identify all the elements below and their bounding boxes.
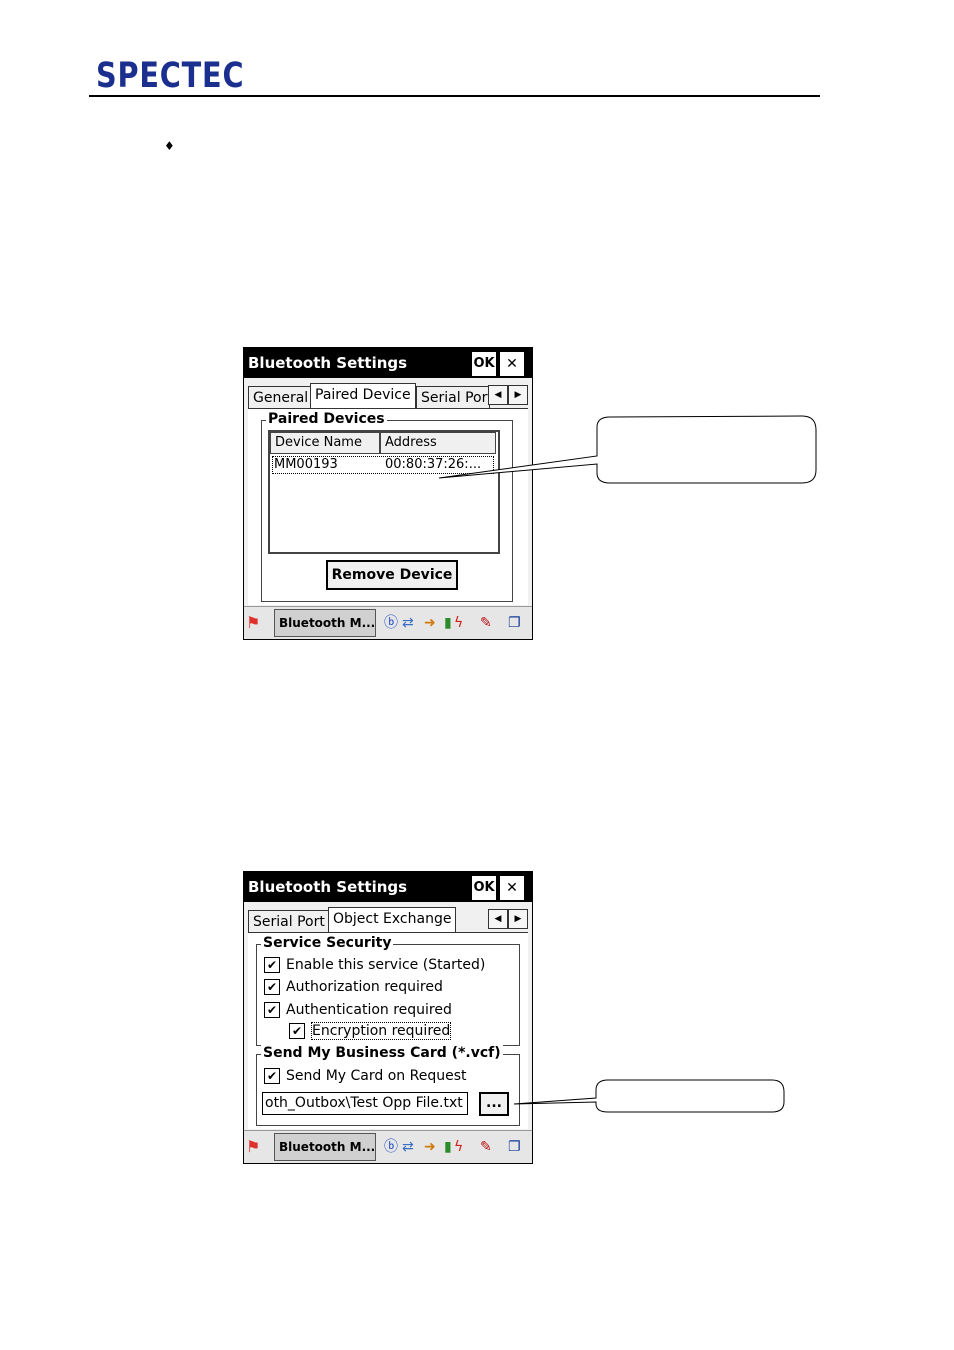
tab-serial-port[interactable]: Serial Port bbox=[248, 910, 330, 933]
taskbar: ⚑ Bluetooth M... ⓑ ⇄ ➜ ▮ ϟ ✎ ❐ bbox=[244, 1130, 532, 1163]
checkbox-checked-icon: ✔ bbox=[264, 1002, 280, 1018]
bluetooth-settings-obex-screen: Bluetooth Settings OK ✕ Serial Port Obje… bbox=[243, 871, 533, 1164]
ok-button[interactable]: OK bbox=[472, 352, 496, 376]
bluetooth-settings-paired-screen: Bluetooth Settings OK ✕ General Paired D… bbox=[243, 347, 533, 640]
group-label: Send My Business Card (*.vcf) bbox=[261, 1045, 503, 1061]
callout-bubble bbox=[513, 1079, 785, 1113]
taskbar-app-button[interactable]: Bluetooth M... bbox=[274, 609, 376, 637]
checkbox-label: Enable this service (Started) bbox=[286, 957, 486, 973]
taskbar: ⚑ Bluetooth M... ⓑ ⇄ ➜ ▮ ϟ ✎ ❐ bbox=[244, 606, 532, 639]
title-bar: Bluetooth Settings OK ✕ bbox=[244, 348, 532, 378]
tab-scroll-right-icon[interactable]: ▶ bbox=[508, 909, 528, 929]
window-title: Bluetooth Settings bbox=[248, 354, 408, 372]
tab-scroll-right-icon[interactable]: ▶ bbox=[508, 385, 528, 405]
bullet-icon: ♦ bbox=[164, 139, 175, 153]
checkbox-checked-icon: ✔ bbox=[264, 957, 280, 973]
service-security-group: Service Security ✔ Enable this service (S… bbox=[256, 935, 520, 1046]
network-icon[interactable]: ⇄ bbox=[402, 614, 414, 632]
desktop-windows-icon[interactable]: ❐ bbox=[508, 1138, 521, 1156]
battery-icon[interactable]: ▮ bbox=[444, 614, 452, 632]
close-button[interactable]: ✕ bbox=[500, 352, 524, 376]
authorization-checkbox[interactable]: ✔ Authorization required bbox=[264, 977, 443, 997]
ok-button[interactable]: OK bbox=[472, 876, 496, 900]
tab-object-exchange[interactable]: Object Exchange bbox=[328, 907, 457, 932]
desktop-windows-icon[interactable]: ❐ bbox=[508, 614, 521, 632]
enable-service-checkbox[interactable]: ✔ Enable this service (Started) bbox=[264, 955, 485, 975]
browse-button[interactable]: ... bbox=[479, 1092, 509, 1116]
taskbar-app-button[interactable]: Bluetooth M... bbox=[274, 1133, 376, 1161]
header-rule bbox=[89, 95, 820, 97]
tab-panel: Service Security ✔ Enable this service (S… bbox=[248, 933, 528, 1129]
send-card-checkbox[interactable]: ✔ Send My Card on Request bbox=[264, 1066, 466, 1086]
bluetooth-icon[interactable]: ⓑ bbox=[384, 1138, 398, 1156]
column-device-name[interactable]: Device Name bbox=[270, 432, 380, 454]
business-card-group: Send My Business Card (*.vcf) ✔ Send My C… bbox=[256, 1045, 520, 1126]
card-path-field[interactable]: oth_Outbox\Test Opp File.txt bbox=[262, 1092, 468, 1115]
checkbox-label: Authorization required bbox=[286, 979, 443, 995]
bluetooth-icon[interactable]: ⓑ bbox=[384, 614, 398, 632]
encryption-checkbox[interactable]: ✔ Encryption required bbox=[289, 1021, 452, 1041]
tab-scroll-left-icon[interactable]: ◀ bbox=[488, 385, 508, 405]
tab-serial-port[interactable]: Serial Port bbox=[416, 386, 490, 409]
checkbox-checked-icon: ✔ bbox=[289, 1023, 305, 1039]
battery-icon[interactable]: ▮ bbox=[444, 1138, 452, 1156]
remove-device-button[interactable]: Remove Device bbox=[326, 560, 458, 590]
checkbox-label: Encryption required bbox=[311, 1022, 452, 1040]
authentication-checkbox[interactable]: ✔ Authentication required bbox=[264, 1000, 452, 1020]
window-title: Bluetooth Settings bbox=[248, 878, 408, 896]
connection-icon[interactable]: ➜ bbox=[424, 1138, 436, 1156]
tab-general[interactable]: General bbox=[248, 386, 314, 409]
power-icon[interactable]: ϟ bbox=[454, 1138, 463, 1156]
tab-scroll-left-icon[interactable]: ◀ bbox=[488, 909, 508, 929]
input-panel-icon[interactable]: ✎ bbox=[480, 1138, 492, 1156]
spectec-logo: SPECTEC bbox=[96, 56, 245, 96]
device-name-cell: MM00193 bbox=[274, 457, 338, 472]
checkbox-checked-icon: ✔ bbox=[264, 979, 280, 995]
tab-paired-device[interactable]: Paired Device bbox=[310, 383, 416, 408]
group-label: Service Security bbox=[261, 935, 394, 951]
close-button[interactable]: ✕ bbox=[500, 876, 524, 900]
checkbox-checked-icon: ✔ bbox=[264, 1068, 280, 1084]
input-panel-icon[interactable]: ✎ bbox=[480, 614, 492, 632]
network-icon[interactable]: ⇄ bbox=[402, 1138, 414, 1156]
start-flag-icon[interactable]: ⚑ bbox=[246, 1137, 260, 1157]
connection-icon[interactable]: ➜ bbox=[424, 614, 436, 632]
title-bar: Bluetooth Settings OK ✕ bbox=[244, 872, 532, 902]
checkbox-label: Send My Card on Request bbox=[286, 1068, 467, 1084]
checkbox-label: Authentication required bbox=[286, 1002, 452, 1018]
power-icon[interactable]: ϟ bbox=[454, 614, 463, 632]
group-label: Paired Devices bbox=[266, 411, 387, 427]
callout-bubble bbox=[438, 415, 817, 484]
start-flag-icon[interactable]: ⚑ bbox=[246, 613, 260, 633]
